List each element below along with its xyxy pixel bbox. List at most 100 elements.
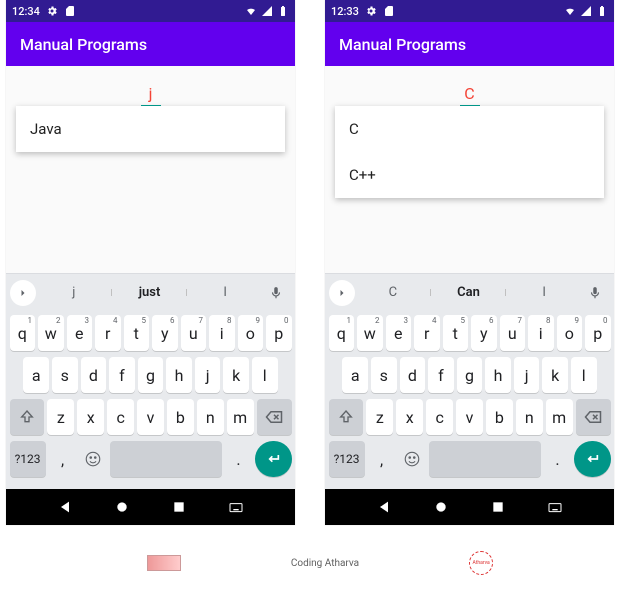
key-u[interactable]: u7 (500, 315, 526, 351)
back-button[interactable] (376, 499, 392, 515)
key-q[interactable]: q1 (329, 315, 355, 351)
dropdown-item[interactable]: C++ (335, 152, 604, 198)
key-z[interactable]: z (366, 399, 393, 435)
app-title: Manual Programs (339, 35, 466, 54)
key-p[interactable]: p0 (585, 315, 611, 351)
key-m[interactable]: m (227, 399, 254, 435)
backspace-icon (265, 408, 283, 426)
key-v[interactable]: v (456, 399, 483, 435)
key-l[interactable]: l (571, 357, 597, 393)
autocomplete-input[interactable]: C (460, 84, 480, 106)
suggestion-item[interactable]: Can (431, 285, 507, 300)
key-s[interactable]: s (371, 357, 397, 393)
back-button[interactable] (57, 499, 73, 515)
key-f[interactable]: f (428, 357, 454, 393)
enter-key[interactable] (255, 441, 291, 477)
key-t[interactable]: t5 (443, 315, 469, 351)
symbols-key[interactable]: ?123 (329, 441, 365, 477)
key-d[interactable]: d (81, 357, 107, 393)
key-n[interactable]: n (197, 399, 224, 435)
shift-icon (338, 409, 354, 425)
key-n[interactable]: n (516, 399, 543, 435)
key-p[interactable]: p0 (266, 315, 292, 351)
key-h[interactable]: h (485, 357, 511, 393)
key-e[interactable]: e3 (67, 315, 93, 351)
autocomplete-input[interactable]: j (141, 84, 161, 106)
status-time: 12:34 (12, 5, 40, 18)
key-k[interactable]: k (223, 357, 249, 393)
key-w[interactable]: w2 (357, 315, 383, 351)
key-u[interactable]: u7 (181, 315, 207, 351)
enter-key[interactable] (574, 441, 610, 477)
key-k[interactable]: k (542, 357, 568, 393)
key-s[interactable]: s (52, 357, 78, 393)
status-bar: 12:33 (325, 0, 614, 22)
emoji-icon (84, 450, 102, 468)
key-c[interactable]: c (107, 399, 134, 435)
keyboard-switch-button[interactable] (228, 499, 244, 515)
key-e[interactable]: e3 (386, 315, 412, 351)
period-key[interactable]: . (544, 441, 572, 477)
key-x[interactable]: x (77, 399, 104, 435)
key-g[interactable]: g (138, 357, 164, 393)
key-w[interactable]: w2 (38, 315, 64, 351)
space-key[interactable] (110, 441, 221, 477)
key-b[interactable]: b (167, 399, 194, 435)
dropdown-item[interactable]: C (335, 106, 604, 152)
key-g[interactable]: g (457, 357, 483, 393)
key-c[interactable]: c (426, 399, 453, 435)
key-i[interactable]: i8 (528, 315, 554, 351)
key-t[interactable]: t5 (124, 315, 150, 351)
emoji-icon (403, 450, 421, 468)
key-h[interactable]: h (166, 357, 192, 393)
emoji-key[interactable] (398, 441, 426, 477)
key-m[interactable]: m (546, 399, 573, 435)
backspace-key[interactable] (576, 399, 611, 435)
suggestion-item[interactable]: j (36, 285, 112, 300)
period-key[interactable]: . (225, 441, 253, 477)
recents-button[interactable] (490, 499, 506, 515)
recents-button[interactable] (171, 499, 187, 515)
key-j[interactable]: j (514, 357, 540, 393)
voice-input-button[interactable] (263, 280, 289, 306)
comma-key[interactable]: , (368, 441, 396, 477)
home-button[interactable] (433, 499, 449, 515)
key-l[interactable]: l (252, 357, 278, 393)
keyboard-switch-button[interactable] (547, 499, 563, 515)
space-key[interactable] (429, 441, 540, 477)
backspace-key[interactable] (257, 399, 292, 435)
key-i[interactable]: i8 (209, 315, 235, 351)
battery-icon (596, 5, 608, 17)
key-z[interactable]: z (47, 399, 74, 435)
suggestion-item[interactable]: I (187, 285, 263, 300)
emoji-key[interactable] (79, 441, 107, 477)
system-nav-bar (6, 489, 295, 525)
symbols-key[interactable]: ?123 (10, 441, 46, 477)
home-button[interactable] (114, 499, 130, 515)
expand-suggestions-button[interactable] (10, 280, 36, 306)
key-j[interactable]: j (195, 357, 221, 393)
key-r[interactable]: r4 (414, 315, 440, 351)
key-a[interactable]: a (342, 357, 368, 393)
suggestion-item[interactable]: C (355, 285, 431, 300)
key-y[interactable]: y6 (152, 315, 178, 351)
key-x[interactable]: x (396, 399, 423, 435)
key-q[interactable]: q1 (10, 315, 36, 351)
key-f[interactable]: f (109, 357, 135, 393)
suggestion-item[interactable]: just (112, 285, 188, 300)
key-b[interactable]: b (486, 399, 513, 435)
comma-key[interactable]: , (49, 441, 77, 477)
key-v[interactable]: v (137, 399, 164, 435)
expand-suggestions-button[interactable] (329, 280, 355, 306)
key-d[interactable]: d (400, 357, 426, 393)
shift-key[interactable] (10, 399, 45, 435)
voice-input-button[interactable] (582, 280, 608, 306)
suggestion-item[interactable]: I (506, 285, 582, 300)
key-y[interactable]: y6 (471, 315, 497, 351)
key-o[interactable]: o9 (557, 315, 583, 351)
shift-key[interactable] (329, 399, 364, 435)
key-o[interactable]: o9 (238, 315, 264, 351)
dropdown-item[interactable]: Java (16, 106, 285, 152)
key-r[interactable]: r4 (95, 315, 121, 351)
key-a[interactable]: a (23, 357, 49, 393)
